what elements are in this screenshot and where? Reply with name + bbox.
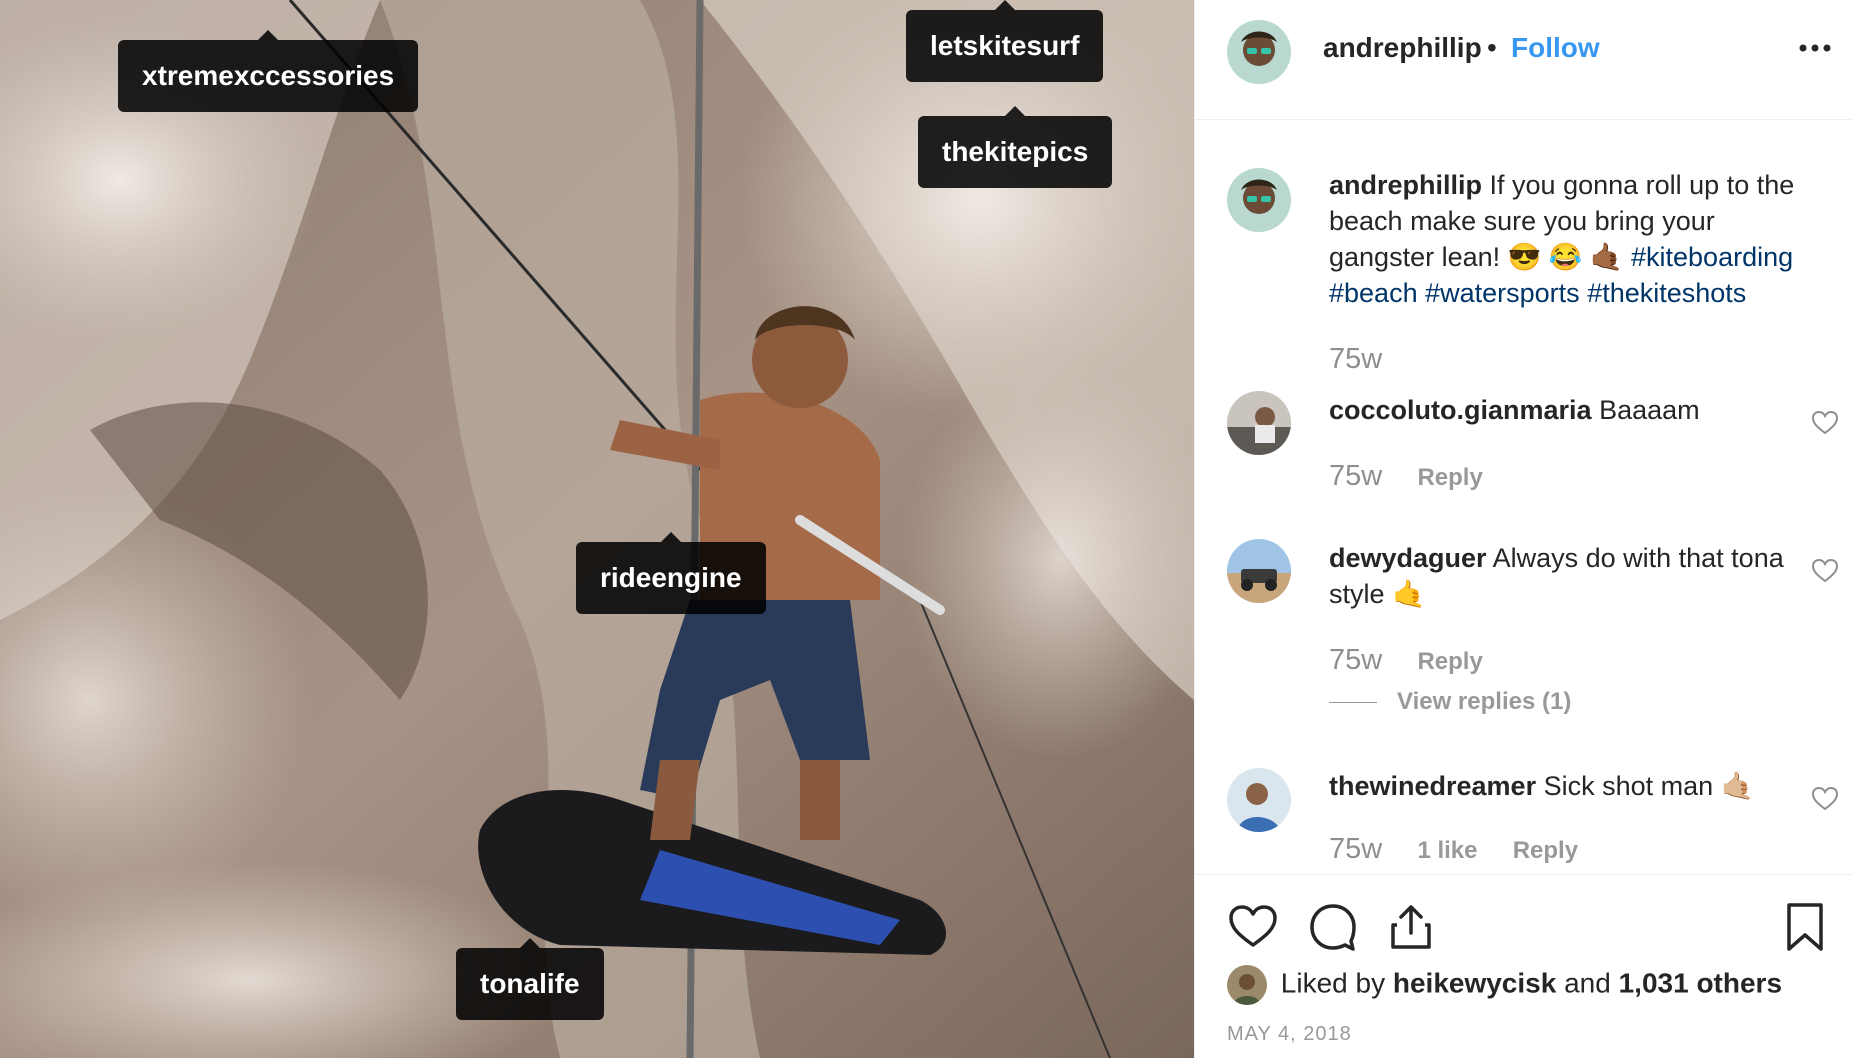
comment-text: Baaaam <box>1599 395 1700 425</box>
share-icon[interactable] <box>1385 901 1437 953</box>
comment-body: dewydaguer Always do with that tona styl… <box>1329 540 1809 612</box>
comment-time: 75w <box>1329 460 1383 492</box>
comment-meta: 75w Reply <box>1329 644 1511 677</box>
comment-icon[interactable] <box>1307 901 1359 953</box>
like-comment-heart-icon[interactable] <box>1811 557 1839 585</box>
photo-tag[interactable]: rideengine <box>576 532 766 614</box>
more-options-icon[interactable] <box>1795 28 1835 68</box>
reply-button[interactable]: Reply <box>1417 464 1482 491</box>
bookmark-icon[interactable] <box>1779 901 1831 953</box>
reply-button[interactable]: Reply <box>1513 837 1578 864</box>
commenter-username[interactable]: coccoluto.gianmaria <box>1329 395 1592 425</box>
author-avatar[interactable] <box>1227 20 1291 84</box>
comments-list[interactable]: andrephillip If you gonna roll up to the… <box>1195 121 1852 874</box>
post-actions: Liked by heikewycisk and 1,031 others MA… <box>1195 874 1852 1058</box>
liker-username[interactable]: heikewycisk <box>1393 967 1556 998</box>
comment-text: Sick shot man 🤙🏼 <box>1543 771 1755 801</box>
post-date: MAY 4, 2018 <box>1227 1023 1352 1045</box>
caption: andrephillip If you gonna roll up to the… <box>1329 167 1809 311</box>
like-comment-heart-icon[interactable] <box>1811 409 1839 437</box>
commenter-avatar[interactable] <box>1227 391 1291 455</box>
comment-time: 75w <box>1329 833 1383 865</box>
commenter-username[interactable]: thewinedreamer <box>1329 771 1536 801</box>
hashtag-link[interactable]: #thekiteshots <box>1587 278 1746 308</box>
comment-body: coccoluto.gianmaria Baaaam <box>1329 392 1809 428</box>
author-username[interactable]: andrephillip <box>1323 32 1482 64</box>
comment-time: 75w <box>1329 644 1383 676</box>
caption-meta: 75w <box>1329 343 1410 376</box>
photo-tag[interactable]: tonalife <box>456 938 604 1020</box>
commenter-username[interactable]: dewydaguer <box>1329 543 1487 573</box>
likes-count[interactable]: 1,031 others <box>1619 967 1782 998</box>
caption-time: 75w <box>1329 343 1383 375</box>
author-avatar[interactable] <box>1227 168 1291 232</box>
hashtag-link[interactable]: #kiteboarding <box>1631 242 1793 272</box>
liker-avatar <box>1227 965 1267 1005</box>
likes-prefix: Liked by <box>1280 967 1386 999</box>
comment-meta: 75w Reply <box>1329 460 1511 493</box>
hashtag-link[interactable]: #watersports <box>1425 278 1580 308</box>
post-header: andrephillip • Follow <box>1195 0 1852 120</box>
heart-icon[interactable] <box>1227 901 1279 953</box>
caption-username[interactable]: andrephillip <box>1329 170 1482 200</box>
photo-tag[interactable]: letskitesurf <box>906 0 1104 82</box>
reply-button[interactable]: Reply <box>1417 648 1482 675</box>
like-comment-heart-icon[interactable] <box>1811 785 1839 813</box>
separator-dot: • <box>1487 32 1497 63</box>
post-side-panel: andrephillip • Follow andrephillip If yo… <box>1194 0 1852 1058</box>
comment-body: thewinedreamer Sick shot man 🤙🏼 <box>1329 768 1809 804</box>
follow-button[interactable]: Follow <box>1511 32 1600 64</box>
post-photo[interactable]: xtremexccessories letskitesurf thekitepi… <box>0 0 1194 1058</box>
photo-tag[interactable]: xtremexccessories <box>118 30 419 112</box>
likes-middle: and <box>1564 967 1611 999</box>
commenter-avatar[interactable] <box>1227 539 1291 603</box>
photo-tag[interactable]: thekitepics <box>918 106 1113 188</box>
view-replies-button[interactable]: View replies (1) <box>1329 688 1571 716</box>
likes-summary[interactable]: Liked by heikewycisk and 1,031 others <box>1227 965 1782 1005</box>
comment-likes[interactable]: 1 like <box>1417 837 1477 864</box>
hashtag-link[interactable]: #beach <box>1329 278 1418 308</box>
comment-meta: 75w 1 like Reply <box>1329 833 1606 866</box>
commenter-avatar[interactable] <box>1227 768 1291 832</box>
